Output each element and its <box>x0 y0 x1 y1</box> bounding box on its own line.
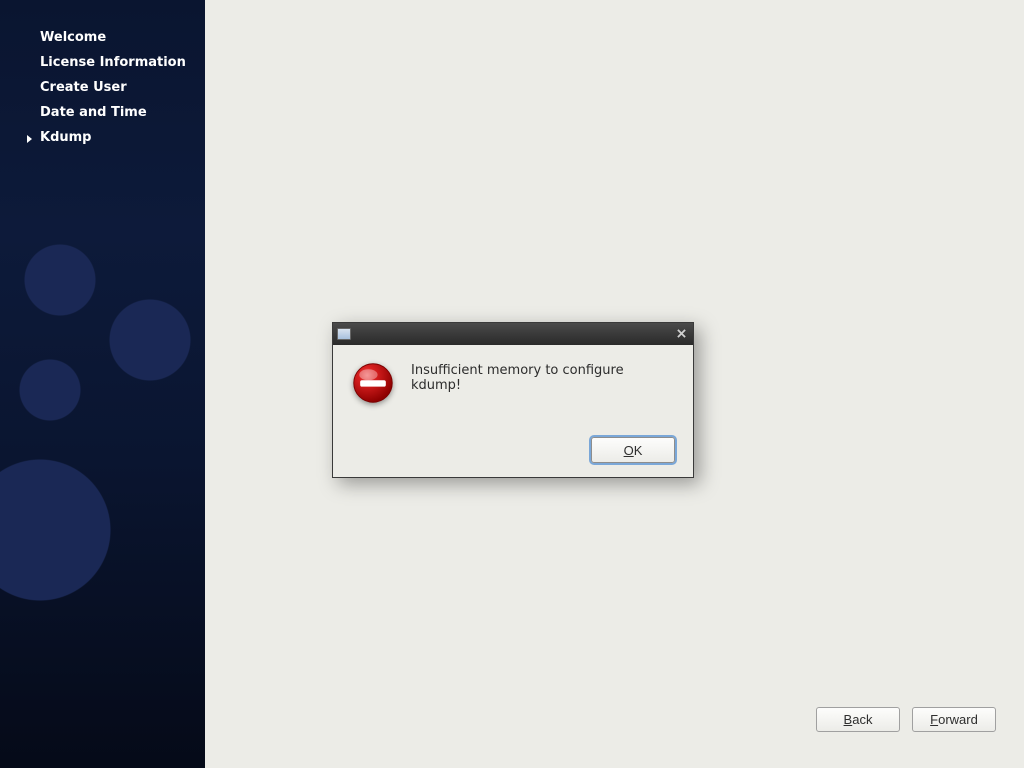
dialog-body: Insufficient memory to configure kdump! … <box>333 345 693 477</box>
dialog-titlebar[interactable] <box>333 323 693 345</box>
back-mnemonic: B <box>844 712 853 727</box>
sidebar-item-label: Welcome <box>40 30 106 45</box>
ok-mnemonic: O <box>624 443 634 458</box>
error-icon <box>351 361 395 405</box>
forward-mnemonic: F <box>930 712 938 727</box>
ok-button[interactable]: OK <box>591 437 675 463</box>
sidebar-items: Welcome License Information Create User … <box>0 0 205 150</box>
sidebar-item-label: License Information <box>40 55 186 70</box>
dialog-message: Insufficient memory to configure kdump! <box>411 361 675 393</box>
sidebar-item-kdump[interactable]: Kdump <box>0 126 205 151</box>
window-icon <box>337 328 351 340</box>
sidebar-item-license[interactable]: License Information <box>0 51 205 76</box>
sidebar-item-label: Kdump <box>40 130 92 145</box>
error-dialog: Insufficient memory to configure kdump! … <box>332 322 694 478</box>
sidebar-item-create-user[interactable]: Create User <box>0 76 205 101</box>
dialog-actions: OK <box>351 437 675 463</box>
sidebar-item-label: Create User <box>40 80 127 95</box>
back-button[interactable]: Back <box>816 707 900 732</box>
sidebar-item-label: Date and Time <box>40 105 147 120</box>
sidebar: Welcome License Information Create User … <box>0 0 205 768</box>
sidebar-item-welcome[interactable]: Welcome <box>0 26 205 51</box>
back-label-rest: ack <box>852 712 872 727</box>
dialog-content: Insufficient memory to configure kdump! <box>351 361 675 405</box>
forward-button[interactable]: Forward <box>912 707 996 732</box>
forward-label-rest: orward <box>938 712 978 727</box>
ok-label-rest: K <box>634 443 643 458</box>
sidebar-item-date-time[interactable]: Date and Time <box>0 101 205 126</box>
close-icon[interactable] <box>675 327 688 340</box>
footer-buttons: Back Forward <box>816 707 996 732</box>
